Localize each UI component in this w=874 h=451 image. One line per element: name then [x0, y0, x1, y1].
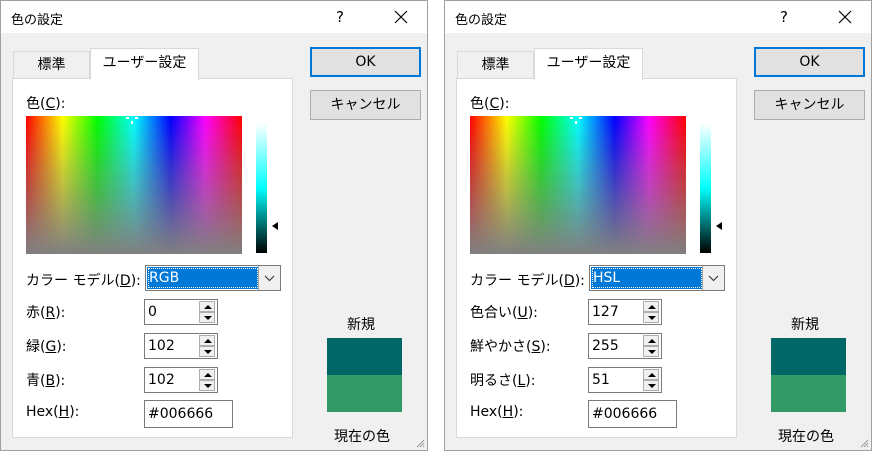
- color-spectrum[interactable]: [470, 116, 686, 254]
- color-label: 色(C):: [470, 96, 510, 112]
- cancel-button[interactable]: キャンセル: [754, 90, 865, 120]
- luminance-slider[interactable]: [256, 123, 267, 253]
- red-up-button[interactable]: [199, 301, 215, 312]
- hue-spinner[interactable]: 127: [588, 299, 662, 325]
- arrow-down-icon: [204, 350, 212, 354]
- current-color-label: 現在の色: [334, 429, 390, 445]
- color-label: 色(C):: [26, 96, 66, 112]
- tab-standard[interactable]: 標準: [13, 51, 90, 79]
- current-color-swatch: [771, 375, 846, 412]
- new-color-swatch: [327, 338, 402, 375]
- hue-label: 色合い(U):: [470, 305, 538, 321]
- close-icon: [838, 10, 852, 24]
- crosshair-icon: [126, 112, 138, 124]
- dropdown-button[interactable]: [258, 266, 280, 290]
- green-down-button[interactable]: [199, 346, 215, 357]
- arrow-down-icon: [648, 350, 656, 354]
- crosshair-icon: [570, 112, 582, 124]
- blue-label: 青(B):: [26, 373, 66, 389]
- current-color-label: 現在の色: [778, 429, 834, 445]
- triangle-left-icon[interactable]: [716, 222, 722, 230]
- red-spinner[interactable]: 0: [144, 299, 218, 325]
- chevron-down-icon: [264, 275, 275, 282]
- blue-spinner[interactable]: 102: [144, 367, 218, 393]
- arrow-up-icon: [648, 305, 656, 309]
- color-model-value: HSL: [591, 267, 703, 289]
- tab-standard[interactable]: 標準: [457, 51, 534, 79]
- chevron-down-icon: [708, 275, 719, 282]
- hex-value[interactable]: #006666: [148, 406, 213, 422]
- new-color-label: 新規: [791, 317, 819, 333]
- color-model-label: カラー モデル(D):: [470, 273, 585, 289]
- color-model-select[interactable]: RGB: [145, 265, 281, 291]
- close-button[interactable]: [389, 6, 413, 28]
- lightness-down-button[interactable]: [643, 380, 659, 391]
- dialog-title: 色の設定: [455, 13, 508, 28]
- color-model-label: カラー モデル(D):: [26, 273, 141, 289]
- green-label: 緑(G):: [26, 339, 67, 355]
- ok-button[interactable]: OK: [754, 47, 865, 77]
- saturation-label: 鮮やかさ(S):: [470, 339, 551, 355]
- green-value[interactable]: 102: [148, 338, 175, 354]
- arrow-down-icon: [204, 316, 212, 320]
- resize-grip-icon[interactable]: [859, 438, 869, 448]
- arrow-down-icon: [648, 384, 656, 388]
- saturation-down-button[interactable]: [643, 346, 659, 357]
- title-bar: 色の設定 ?: [445, 1, 871, 33]
- help-button[interactable]: ?: [329, 6, 351, 28]
- hex-value[interactable]: #006666: [592, 406, 657, 422]
- red-label: 赤(R):: [26, 305, 66, 321]
- hex-input[interactable]: #006666: [144, 400, 233, 428]
- hex-label: Hex(H):: [470, 404, 524, 420]
- new-color-label: 新規: [347, 317, 375, 333]
- title-bar: 色の設定 ?: [1, 1, 427, 33]
- blue-down-button[interactable]: [199, 380, 215, 391]
- green-spinner[interactable]: 102: [144, 333, 218, 359]
- tab-custom[interactable]: ユーザー設定: [90, 48, 199, 80]
- arrow-up-icon: [648, 373, 656, 377]
- dialog-title: 色の設定: [11, 13, 64, 28]
- arrow-up-icon: [204, 305, 212, 309]
- saturation-up-button[interactable]: [643, 335, 659, 346]
- triangle-left-icon[interactable]: [272, 222, 278, 230]
- tab-custom[interactable]: ユーザー設定: [534, 48, 643, 80]
- color-dialog-rgb: 色の設定 ? 標準 ユーザー設定 色(C): カラー モデル(D): RGB 赤…: [0, 0, 428, 451]
- close-icon: [394, 10, 408, 24]
- luminance-slider[interactable]: [700, 123, 711, 253]
- current-color-swatch: [327, 375, 402, 412]
- arrow-down-icon: [204, 384, 212, 388]
- lightness-spinner[interactable]: 51: [588, 367, 662, 393]
- saturation-value[interactable]: 255: [592, 338, 619, 354]
- color-spectrum[interactable]: [26, 116, 242, 254]
- green-up-button[interactable]: [199, 335, 215, 346]
- new-color-swatch: [771, 338, 846, 375]
- hex-input[interactable]: #006666: [588, 400, 677, 428]
- red-down-button[interactable]: [199, 312, 215, 323]
- ok-button[interactable]: OK: [310, 47, 421, 77]
- color-model-select[interactable]: HSL: [589, 265, 725, 291]
- cancel-button[interactable]: キャンセル: [310, 90, 421, 120]
- saturation-spinner[interactable]: 255: [588, 333, 662, 359]
- hue-value[interactable]: 127: [592, 304, 619, 320]
- red-value[interactable]: 0: [148, 304, 157, 320]
- arrow-down-icon: [648, 316, 656, 320]
- arrow-up-icon: [648, 339, 656, 343]
- hue-up-button[interactable]: [643, 301, 659, 312]
- lightness-value[interactable]: 51: [592, 372, 610, 388]
- color-dialog-hsl: 色の設定 ? 標準 ユーザー設定 色(C): カラー モデル(D): HSL 色…: [444, 0, 872, 451]
- hex-label: Hex(H):: [26, 404, 80, 420]
- arrow-up-icon: [204, 373, 212, 377]
- lightness-label: 明るさ(L):: [470, 373, 536, 389]
- blue-value[interactable]: 102: [148, 372, 175, 388]
- lightness-up-button[interactable]: [643, 369, 659, 380]
- arrow-up-icon: [204, 339, 212, 343]
- blue-up-button[interactable]: [199, 369, 215, 380]
- close-button[interactable]: [833, 6, 857, 28]
- dropdown-button[interactable]: [702, 266, 724, 290]
- hue-down-button[interactable]: [643, 312, 659, 323]
- help-button[interactable]: ?: [773, 6, 795, 28]
- resize-grip-icon[interactable]: [415, 438, 425, 448]
- color-model-value: RGB: [147, 267, 259, 289]
